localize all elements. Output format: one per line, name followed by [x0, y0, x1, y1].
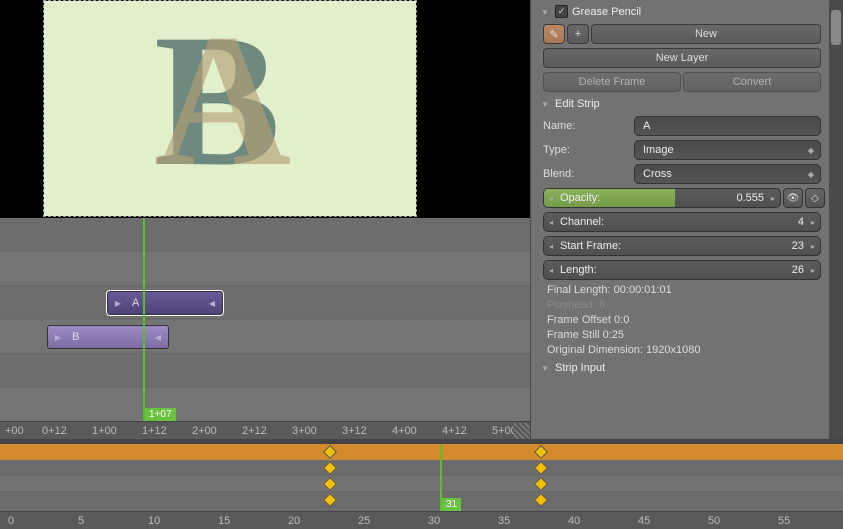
strip-b[interactable]: B [47, 325, 169, 349]
keyframe-icon[interactable]: ◇ [805, 188, 825, 208]
strip-a[interactable]: A [107, 291, 223, 315]
pencil-icon[interactable]: ✎ [543, 24, 565, 44]
frame-offset-label: Frame Offset 0:0 [547, 314, 817, 326]
strip-handle-right-icon[interactable] [148, 326, 168, 348]
dopesheet-timeline[interactable]: 31 0 5 10 15 20 25 30 35 40 45 50 55 [0, 439, 843, 529]
frame-still-label: Frame Still 0:25 [547, 329, 817, 341]
area-split-handle[interactable] [514, 423, 530, 439]
channel-slider[interactable]: ◂ Channel: 4 ▸ [543, 212, 821, 232]
grease-pencil-panel: ✓ Grease Pencil ✎ + New New Layer Delete… [537, 3, 827, 92]
type-select[interactable]: Image [634, 140, 821, 160]
final-length-label: Final Length: 00:00:01:01 [547, 284, 817, 296]
edit-strip-title: Edit Strip [555, 98, 600, 110]
strip-handle-left-icon[interactable] [108, 292, 128, 314]
strip-handle-right-icon[interactable] [202, 292, 222, 314]
sequencer-ruler[interactable]: +00 0+12 1+00 1+12 2+00 2+12 3+00 3+12 4… [0, 421, 530, 439]
playhead-info-label: Playhead: 8 [547, 299, 817, 311]
eye-icon[interactable]: 👁 [783, 188, 803, 208]
scrollbar-thumb[interactable] [831, 10, 841, 45]
sequencer-timeline[interactable]: A B 1+07 +00 0+12 1+00 1+12 2+00 2+12 [0, 218, 530, 439]
strip-b-label: B [68, 331, 148, 343]
opacity-slider[interactable]: ◂ Opacity: 0.555 ▸ [543, 188, 781, 208]
add-icon[interactable]: + [567, 24, 589, 44]
chevron-down-icon [541, 362, 551, 374]
panel-scrollbar[interactable] [829, 0, 843, 439]
strip-a-label: A [128, 297, 202, 309]
preview-viewport[interactable]: B A [0, 0, 530, 218]
chevron-down-icon [541, 6, 551, 18]
name-field[interactable]: A [634, 116, 821, 136]
edit-strip-panel: Edit Strip Name: A Type: Image Blend: Cr… [537, 96, 827, 356]
name-label: Name: [543, 120, 628, 132]
new-layer-button[interactable]: New Layer [543, 48, 821, 68]
grease-pencil-title: Grease Pencil [572, 6, 641, 18]
blend-label: Blend: [543, 168, 628, 180]
strip-input-title: Strip Input [555, 362, 605, 374]
preview-canvas: B A [44, 1, 416, 216]
dopesheet-ruler[interactable]: 0 5 10 15 20 25 30 35 40 45 50 55 [0, 511, 843, 529]
chevron-down-icon [541, 98, 551, 110]
type-label: Type: [543, 144, 628, 156]
dopesheet-playhead-label: 31 [442, 498, 461, 511]
delete-frame-button[interactable]: Delete Frame [543, 72, 681, 92]
length-slider[interactable]: ◂ Length: 26 ▸ [543, 260, 821, 280]
sequencer-playhead-label: 1+07 [145, 408, 176, 421]
strip-handle-left-icon[interactable] [48, 326, 68, 348]
strip-input-panel: Strip Input [537, 360, 827, 376]
convert-button[interactable]: Convert [683, 72, 821, 92]
original-dimension-label: Original Dimension: 1920x1080 [547, 344, 817, 356]
dopesheet-summary-row[interactable] [0, 444, 843, 460]
strip-input-header[interactable]: Strip Input [537, 360, 827, 376]
properties-panel: ✓ Grease Pencil ✎ + New New Layer Delete… [530, 0, 843, 439]
blend-select[interactable]: Cross [634, 164, 821, 184]
new-button[interactable]: New [591, 24, 821, 44]
preview-letter-a: A [154, 6, 291, 196]
edit-strip-header[interactable]: Edit Strip [537, 96, 827, 112]
grease-pencil-checkbox[interactable]: ✓ [555, 5, 568, 18]
grease-pencil-header[interactable]: ✓ Grease Pencil [537, 3, 827, 20]
start-frame-slider[interactable]: ◂ Start Frame: 23 ▸ [543, 236, 821, 256]
